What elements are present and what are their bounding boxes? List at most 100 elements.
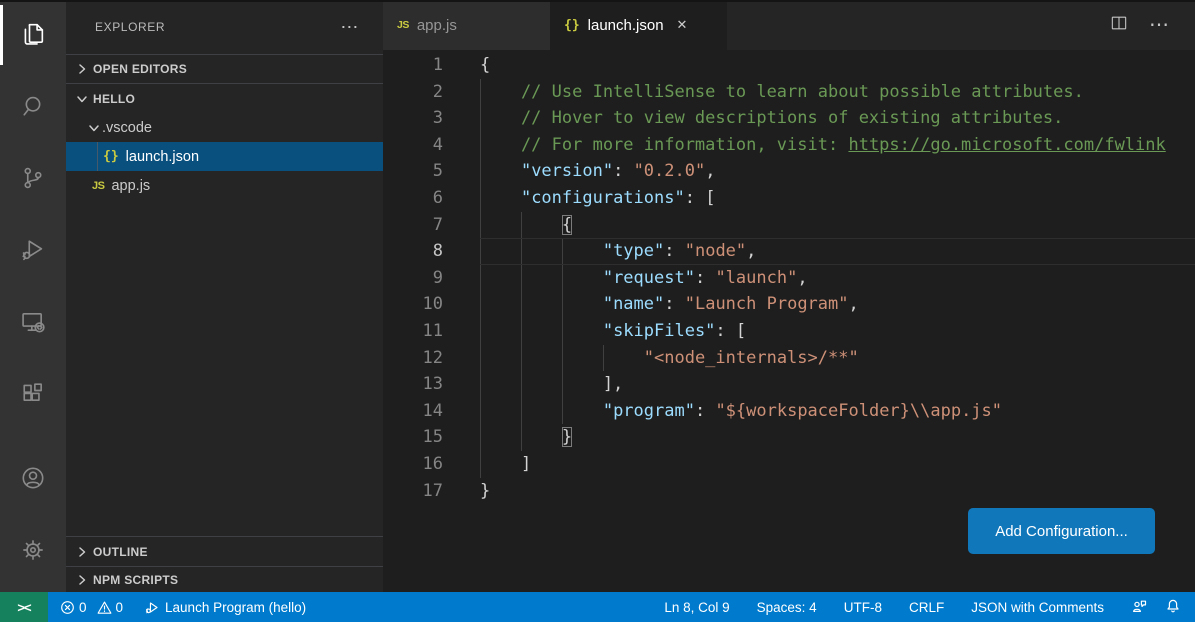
line-content: // For more information, visit: https://…	[480, 132, 1195, 159]
language-mode[interactable]: JSON with Comments	[971, 600, 1104, 615]
status-bar-right: Ln 8, Col 9 Spaces: 4 UTF-8 CRLF JSON with C…	[664, 598, 1195, 617]
token: "version"	[521, 161, 613, 181]
section-label: OUTLINE	[93, 545, 148, 559]
feedback-icon[interactable]	[1131, 598, 1147, 617]
source-control-button[interactable]	[0, 144, 66, 216]
sidebar-more-actions-icon[interactable]: ⋯	[340, 22, 359, 32]
tree-item-launch.json[interactable]: {}launch.json	[66, 142, 383, 171]
bell-icon[interactable]	[1165, 598, 1181, 617]
warning-icon	[97, 600, 112, 615]
token: ,	[849, 294, 859, 314]
token: : [	[685, 188, 716, 208]
json-file-icon: {}	[564, 18, 580, 33]
encoding[interactable]: UTF-8	[844, 600, 882, 615]
token: "<node_internals>/**"	[644, 348, 859, 368]
remote-explorer-icon	[19, 308, 47, 341]
code-line[interactable]: 11 "skipFiles": [	[383, 318, 1195, 345]
error-count: 0	[79, 600, 87, 615]
split-editor-icon[interactable]	[1109, 13, 1129, 38]
line-number: 9	[383, 265, 443, 292]
line-content: "type": "node",	[480, 238, 1195, 265]
code-line[interactable]: 1{	[383, 52, 1195, 79]
sidebar-sections-bottom: OUTLINE NPM SCRIPTS	[66, 536, 383, 592]
line-number: 13	[383, 371, 443, 398]
token: ,	[797, 268, 807, 288]
tree-item-.vscode[interactable]: .vscode	[66, 113, 383, 142]
code-line[interactable]: 4 // For more information, visit: https:…	[383, 132, 1195, 159]
accounts-button[interactable]	[0, 444, 66, 516]
token	[480, 427, 562, 447]
manage-button[interactable]	[0, 516, 66, 588]
token: ],	[480, 374, 623, 394]
extensions-button[interactable]	[0, 360, 66, 432]
code-line[interactable]: 17}	[383, 478, 1195, 505]
search-button[interactable]	[0, 72, 66, 144]
code-line[interactable]: 8 "type": "node",	[383, 238, 1195, 265]
problems-status[interactable]: 0 0	[60, 600, 129, 615]
token: :	[695, 268, 715, 288]
more-actions-icon[interactable]: ⋯	[1149, 20, 1169, 30]
line-number: 8	[383, 238, 443, 265]
run-and-debug-button[interactable]	[0, 216, 66, 288]
chevron-right-icon	[74, 61, 90, 77]
line-content: "skipFiles": [	[480, 318, 1195, 345]
sidebar-title: EXPLORER	[95, 20, 165, 34]
debug-launch-status[interactable]: Launch Program (hello)	[145, 600, 306, 615]
token: "type"	[603, 241, 664, 261]
code-line[interactable]: 6 "configurations": [	[383, 185, 1195, 212]
token: // For more information, visit:	[480, 135, 848, 155]
code-line[interactable]: 13 ],	[383, 371, 1195, 398]
section-hello[interactable]: HELLO	[66, 84, 383, 113]
activity-bar-bottom	[0, 444, 66, 588]
add-configuration-button[interactable]: Add Configuration...	[968, 508, 1155, 554]
token	[480, 294, 603, 314]
code-line[interactable]: 7 {	[383, 212, 1195, 239]
line-content: "request": "launch",	[480, 265, 1195, 292]
tree-item-app.js[interactable]: JS app.js	[66, 171, 383, 200]
indentation[interactable]: Spaces: 4	[757, 600, 817, 615]
code-line[interactable]: 9 "request": "launch",	[383, 265, 1195, 292]
code-line[interactable]: 15 }	[383, 424, 1195, 451]
explorer-icon	[19, 20, 47, 53]
line-content: "name": "Launch Program",	[480, 291, 1195, 318]
editor-group: JSapp.js{}launch.json✕ ⋯ 1{2 // Use Inte…	[383, 0, 1195, 592]
token	[480, 401, 603, 421]
section-open-editors[interactable]: OPEN EDITORS	[66, 55, 383, 83]
remote-explorer-button[interactable]	[0, 288, 66, 360]
token: :	[695, 401, 715, 421]
explorer-sidebar: EXPLORER ⋯ OPEN EDITORS HELLO .vscode{}l…	[66, 0, 383, 592]
close-icon[interactable]: ✕	[677, 17, 688, 33]
warning-count: 0	[116, 600, 124, 615]
line-number: 2	[383, 79, 443, 106]
section-npm-scripts[interactable]: NPM SCRIPTS	[66, 567, 383, 592]
file-label: app.js	[111, 178, 150, 194]
code-line[interactable]: 12 "<node_internals>/**"	[383, 345, 1195, 372]
line-number: 12	[383, 345, 443, 372]
section-label: OPEN EDITORS	[93, 62, 187, 76]
code-line[interactable]: 5 "version": "0.2.0",	[383, 158, 1195, 185]
section-outline[interactable]: OUTLINE	[66, 537, 383, 566]
js-file-icon: JS	[397, 19, 409, 31]
line-number: 1	[383, 52, 443, 79]
code-line[interactable]: 16 ]	[383, 451, 1195, 478]
tab-launch.json[interactable]: {}launch.json✕	[550, 0, 727, 50]
line-content: // Use IntelliSense to learn about possi…	[480, 79, 1195, 106]
search-icon	[19, 92, 47, 125]
eol[interactable]: CRLF	[909, 600, 944, 615]
explorer-button[interactable]	[0, 0, 66, 72]
line-number: 4	[383, 132, 443, 159]
code-line[interactable]: 2 // Use IntelliSense to learn about pos…	[383, 79, 1195, 106]
code-line[interactable]: 3 // Hover to view descriptions of exist…	[383, 105, 1195, 132]
sidebar-folder-section: HELLO	[66, 84, 383, 113]
code-line[interactable]: 10 "name": "Launch Program",	[383, 291, 1195, 318]
code-line[interactable]: 14 "program": "${workspaceFolder}\\app.j…	[383, 398, 1195, 425]
remote-indicator[interactable]: ><	[0, 592, 48, 622]
js-file-icon: JS	[92, 180, 104, 192]
line-content: "version": "0.2.0",	[480, 158, 1195, 185]
manage-icon	[19, 536, 47, 569]
source-control-icon	[19, 164, 47, 197]
status-right-icons	[1131, 598, 1181, 617]
token: "launch"	[715, 268, 797, 288]
tab-app.js[interactable]: JSapp.js	[383, 0, 550, 50]
cursor-position[interactable]: Ln 8, Col 9	[664, 600, 729, 615]
